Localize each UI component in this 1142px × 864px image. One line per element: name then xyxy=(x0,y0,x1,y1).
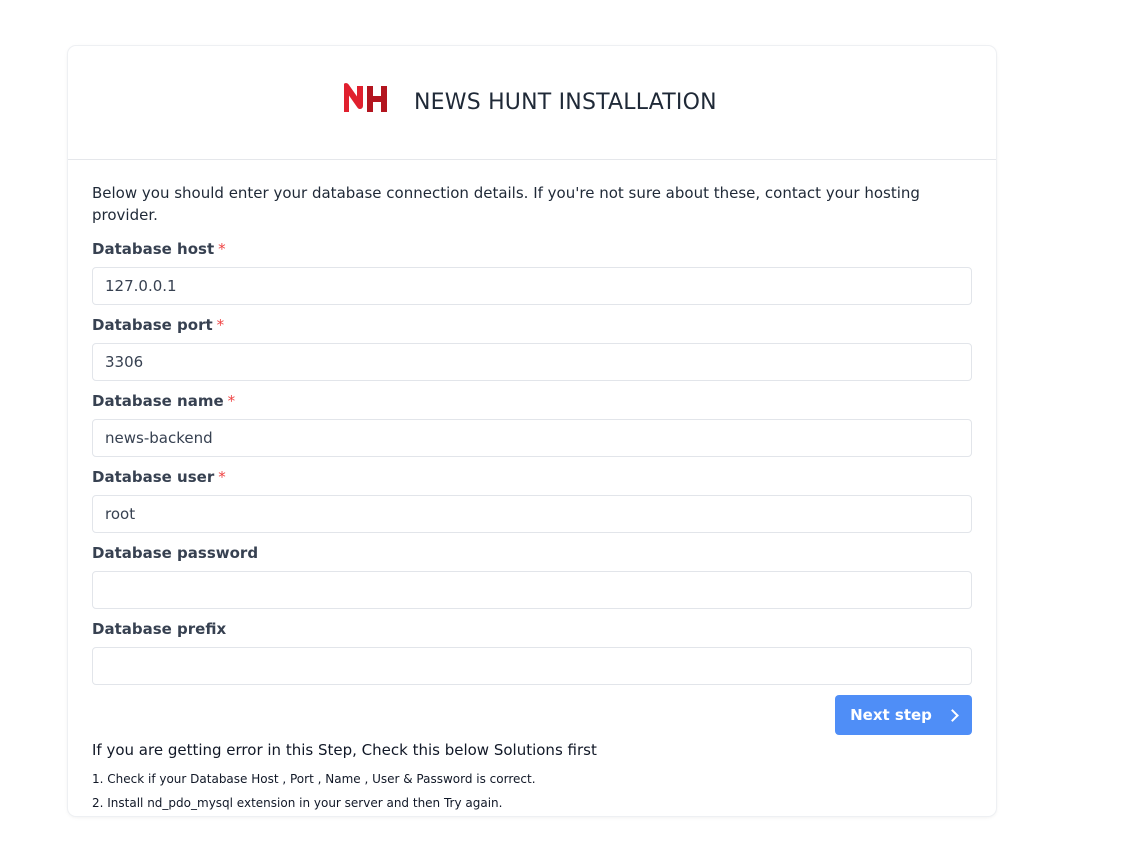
field-database-host: Database host * xyxy=(92,239,972,305)
next-step-label: Next step xyxy=(850,706,932,724)
next-step-button[interactable]: Next step xyxy=(835,695,972,735)
database-password-input[interactable] xyxy=(92,571,972,609)
database-prefix-input[interactable] xyxy=(92,647,972,685)
database-user-input[interactable] xyxy=(92,495,972,533)
nh-logo-icon xyxy=(344,83,387,112)
field-database-password: Database password xyxy=(92,543,972,609)
help-item: 2. Install nd_pdo_mysql extension in you… xyxy=(92,796,503,810)
page-title: NEWS HUNT INSTALLATION xyxy=(414,90,717,115)
field-database-port: Database port * xyxy=(92,315,972,381)
chevron-right-icon xyxy=(946,708,959,722)
database-name-label: Database name * xyxy=(92,392,236,410)
database-port-input[interactable] xyxy=(92,343,972,381)
installation-card: NEWS HUNT INSTALLATION Below you should … xyxy=(68,46,996,816)
database-name-input[interactable] xyxy=(92,419,972,457)
database-password-label: Database password xyxy=(92,544,259,562)
field-database-name: Database name * xyxy=(92,391,972,457)
required-mark: * xyxy=(227,392,236,410)
database-port-label: Database port * xyxy=(92,316,225,334)
help-title: If you are getting error in this Step, C… xyxy=(92,741,597,759)
database-user-label: Database user * xyxy=(92,468,226,486)
database-host-input[interactable] xyxy=(92,267,972,305)
field-database-prefix: Database prefix xyxy=(92,619,972,685)
card-body: Below you should enter your database con… xyxy=(68,160,996,815)
card-header: NEWS HUNT INSTALLATION xyxy=(68,46,996,160)
database-host-label: Database host * xyxy=(92,240,226,258)
field-database-user: Database user * xyxy=(92,467,972,533)
intro-text: Below you should enter your database con… xyxy=(92,184,920,224)
help-item: 1. Check if your Database Host , Port , … xyxy=(92,772,536,786)
form-actions: Next step xyxy=(92,695,972,735)
required-mark: * xyxy=(218,468,226,486)
required-mark: * xyxy=(218,240,226,258)
database-prefix-label: Database prefix xyxy=(92,620,227,638)
required-mark: * xyxy=(216,316,225,334)
